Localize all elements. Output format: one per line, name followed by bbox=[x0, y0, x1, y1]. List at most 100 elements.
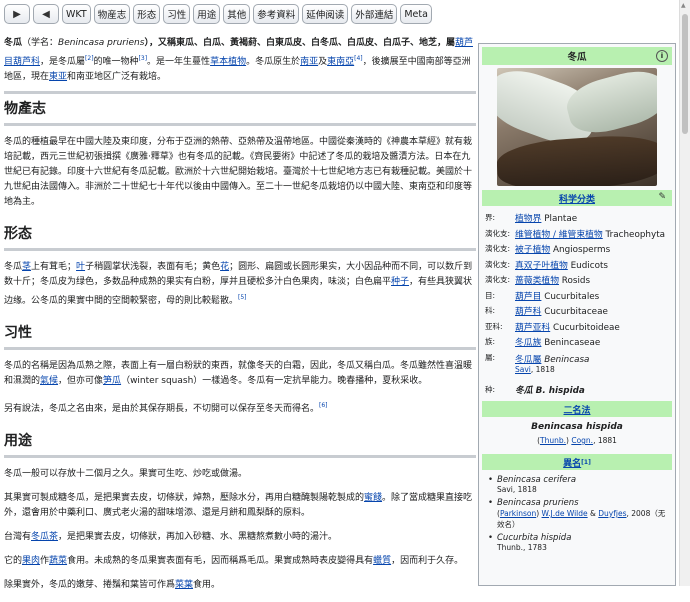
taxon-latin: Eudicots bbox=[567, 260, 609, 271]
collapse-arrow-button[interactable]: ◀ bbox=[33, 4, 59, 24]
toolbar-button-morphology[interactable]: 形态 bbox=[133, 4, 161, 24]
link-leaf[interactable]: 叶 bbox=[76, 262, 85, 272]
scroll-up-arrow-icon[interactable]: ▲ bbox=[681, 2, 686, 9]
synonym-name: Cucurbita hispida bbox=[497, 533, 572, 543]
uses-text: 它的 bbox=[4, 556, 23, 566]
section-heading-habit: 习性 bbox=[4, 318, 476, 350]
section-heading-morphology: 形态 bbox=[4, 219, 476, 251]
synonym-name: Benincasa cerifera bbox=[497, 475, 577, 485]
link-herbaceous-plant[interactable]: 草本植物 bbox=[210, 57, 246, 67]
link-pulp[interactable]: 果肉 bbox=[22, 556, 40, 566]
link-candied-fruit[interactable]: 蜜餞 bbox=[364, 493, 382, 503]
link-author-parkinson[interactable]: Parkinson bbox=[500, 509, 536, 518]
link-wax[interactable]: 蠟質 bbox=[373, 556, 391, 566]
link-author-de-wilde[interactable]: W.J.de Wilde bbox=[542, 509, 588, 518]
taxonomy-row: 演化支: 真双子叶植物 Eudicots bbox=[485, 257, 669, 273]
toolbar-button-wkt[interactable]: WKT bbox=[62, 4, 91, 24]
toolbar-button-meta[interactable]: Meta bbox=[400, 4, 432, 24]
link-southeast-asia[interactable]: 東南亞 bbox=[327, 57, 354, 67]
link-author-savi[interactable]: Savi bbox=[515, 365, 531, 374]
link-genus[interactable]: 冬瓜屬 bbox=[515, 355, 541, 365]
link-taxon[interactable]: 葫芦目 bbox=[515, 292, 541, 302]
link-taxon[interactable]: 葫芦科 bbox=[515, 307, 541, 317]
habit-paragraph-2: 另有說法，冬瓜之名由來，是由於其保存期長，不切開可以保存至冬天而得名。[6] bbox=[4, 398, 476, 417]
intro-aliases: ），又稱東瓜、白瓜、黃褐葤、白東瓜皮、白冬瓜、白瓜皮、白瓜子、地芝，屬 bbox=[144, 38, 455, 48]
link-taxon[interactable]: 真双子叶植物 bbox=[515, 261, 568, 271]
info-icon[interactable]: i bbox=[656, 50, 668, 62]
toolbar-button-uses[interactable]: 用途 bbox=[193, 4, 221, 24]
link-taxon[interactable]: 被子植物 bbox=[515, 245, 550, 255]
scientific-name: Benincasa pruriens bbox=[58, 38, 145, 48]
intro-text: 。冬瓜原生於 bbox=[246, 57, 301, 67]
taxon-latin: Cucurbitaceae bbox=[541, 307, 608, 318]
uses-paragraph-4: 它的果肉作蔬菜食用。未成熟的冬瓜果實表面有毛，因而稱爲毛瓜。果實成熟時表皮變得具… bbox=[4, 554, 476, 569]
synonym-author: & bbox=[587, 509, 599, 518]
link-author-duyfjes[interactable]: Duyfjes bbox=[598, 509, 626, 518]
winter-melon-photo[interactable] bbox=[497, 68, 657, 186]
habit-paragraph-1: 冬瓜的名稱是因為瓜熟之際，表面上有一層白粉狀的東西，就像冬天的白霜，因此，冬瓜又… bbox=[4, 359, 476, 389]
habit-text: （winter squash）一樣過冬。冬瓜有一定抗旱能力。晚春播种，夏秋采收。 bbox=[121, 376, 428, 386]
citation-4[interactable]: [4] bbox=[354, 55, 363, 62]
toolbar-button-habit[interactable]: 习性 bbox=[163, 4, 191, 24]
link-author-thunb[interactable]: Thunb. bbox=[540, 436, 566, 445]
species-name: 冬瓜 B. hispida bbox=[515, 385, 585, 396]
citation-6[interactable]: [6] bbox=[319, 402, 328, 409]
link-stem[interactable]: 茎 bbox=[22, 262, 31, 272]
section-heading-uses: 用途 bbox=[4, 426, 476, 458]
citation-5[interactable]: [5] bbox=[238, 294, 247, 301]
uses-paragraph-2: 其果實可製成糖冬瓜，是把果實去皮，切條狀，焯熟，壓除水分，再用白糖醃製陽乾製成的… bbox=[4, 491, 476, 521]
genus-year: , 1818 bbox=[530, 364, 555, 374]
link-synonyms[interactable]: 異名 bbox=[563, 456, 581, 469]
link-south-asia[interactable]: 南亚 bbox=[300, 57, 318, 67]
intro-text: ，是冬瓜屬 bbox=[40, 57, 86, 67]
toolbar-button-products[interactable]: 物産志 bbox=[93, 4, 131, 24]
taxonomy-table: 界: 植物界 Plantae 演化支: 维管植物 / 維管束植物 Tracheoph… bbox=[485, 210, 669, 397]
classification-header: 科学分类 ✎ bbox=[482, 190, 672, 206]
link-seed[interactable]: 种子 bbox=[391, 277, 409, 287]
link-taxon[interactable]: 蔷薇类植物 bbox=[515, 276, 559, 286]
link-author-cogn[interactable]: Cogn. bbox=[571, 436, 593, 445]
link-flower[interactable]: 花 bbox=[220, 262, 229, 272]
link-climate[interactable]: 氣候 bbox=[40, 376, 58, 386]
taxon-latin: Plantae bbox=[541, 214, 578, 225]
link-east-asia[interactable]: 東亚 bbox=[49, 72, 67, 82]
scrollbar-thumb[interactable] bbox=[682, 14, 688, 134]
rank-label: 亚科: bbox=[485, 321, 503, 331]
link-binomial-nomenclature[interactable]: 二名法 bbox=[563, 403, 590, 416]
toolbar-button-further-reading[interactable]: 延伸阅读 bbox=[302, 4, 349, 24]
expand-arrow-button[interactable]: ▶ bbox=[4, 4, 30, 24]
uses-text: 作 bbox=[40, 556, 50, 566]
link-leaf-vegetable[interactable]: 菜葉 bbox=[175, 580, 193, 590]
link-taxon[interactable]: 植物界 bbox=[515, 214, 541, 224]
genus-latin: Benincasa bbox=[544, 354, 590, 365]
citation-1[interactable]: [1] bbox=[581, 459, 591, 466]
taxonomy-row: 界: 植物界 Plantae bbox=[485, 210, 669, 226]
taxonomy-row: 演化支: 被子植物 Angiosperms bbox=[485, 241, 669, 257]
rank-label: 族: bbox=[485, 337, 496, 347]
link-winter-melon-tea[interactable]: 冬瓜茶 bbox=[31, 532, 58, 542]
taxon-latin: Rosids bbox=[559, 276, 591, 287]
vertical-scrollbar[interactable]: ▲ bbox=[679, 0, 690, 586]
toolbar-button-external-links[interactable]: 外部連結 bbox=[351, 4, 398, 24]
link-scientific-classification[interactable]: 科学分类 bbox=[559, 192, 595, 205]
rank-label: 目: bbox=[485, 290, 496, 300]
binomial-header: 二名法 bbox=[482, 401, 672, 417]
photo-shadow-shape bbox=[497, 132, 657, 186]
morphology-text: 子稍圓掌状浅裂，表面有毛；黄色 bbox=[85, 262, 221, 272]
link-taxon[interactable]: 冬瓜族 bbox=[515, 338, 541, 348]
toolbar-button-other[interactable]: 其他 bbox=[223, 4, 251, 24]
intro-text: （学名： bbox=[22, 38, 59, 48]
link-taxon[interactable]: 维管植物 / 維管束植物 bbox=[515, 230, 603, 240]
morphology-paragraph: 冬瓜茎上有茸毛；叶子稍圓掌状浅裂，表面有毛；黄色花；圆形、扁圆或长圆形果实，大小… bbox=[4, 260, 476, 309]
toolbar-button-references[interactable]: 参考資料 bbox=[253, 4, 300, 24]
infobox-title: 冬瓜 bbox=[567, 52, 587, 63]
section-heading-products: 物產志 bbox=[4, 91, 476, 126]
link-winter-squash[interactable]: 笋瓜 bbox=[103, 376, 121, 386]
citation-3[interactable]: [3] bbox=[139, 55, 148, 62]
edit-pencil-icon[interactable]: ✎ bbox=[658, 192, 666, 202]
citation-2[interactable]: [2] bbox=[85, 55, 94, 62]
link-vegetable[interactable]: 蔬菜 bbox=[49, 556, 67, 566]
taxonomy-row: 科: 葫芦科 Cucurbitaceae bbox=[485, 303, 669, 319]
link-taxon[interactable]: 葫芦亚科 bbox=[515, 323, 550, 333]
uses-text: 其果實可製成糖冬瓜，是把果實去皮，切條狀，焯熟，壓除水分，再用白糖醃製陽乾製成的 bbox=[4, 493, 365, 503]
